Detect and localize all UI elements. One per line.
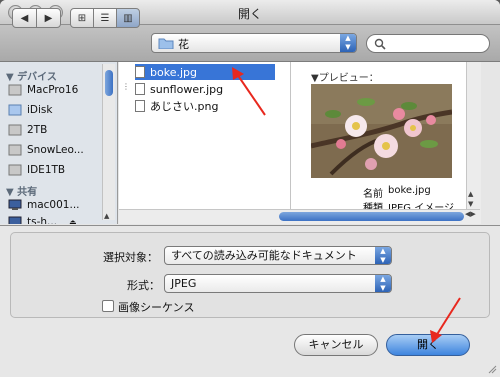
annotation-arrow-icon <box>430 297 461 343</box>
annotation-arrow-icon <box>232 67 266 116</box>
open-dialog: 開く ◀ ▶ ⊞ ☰ ▥ 花 ▲ ▼ ▼ デバイス MacPro16 iDisk… <box>0 0 500 377</box>
annotation-arrows <box>232 67 461 343</box>
